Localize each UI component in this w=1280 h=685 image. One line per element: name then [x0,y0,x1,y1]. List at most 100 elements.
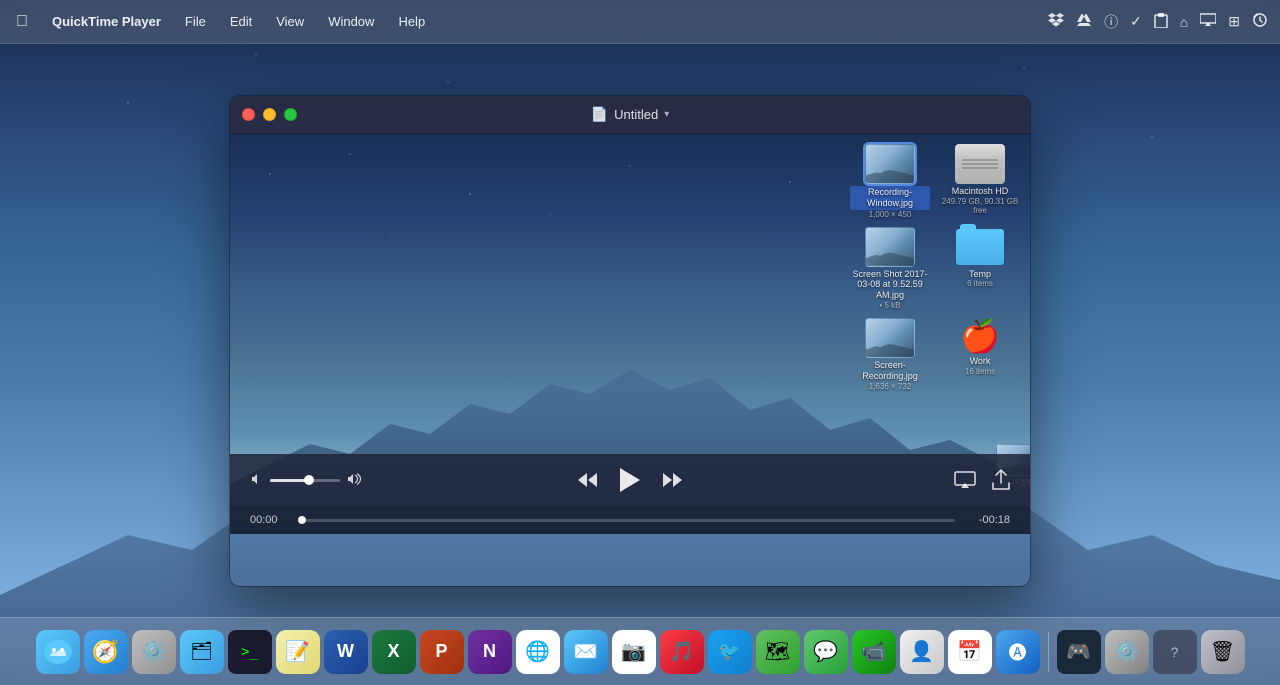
close-button[interactable] [242,108,255,121]
menu-file[interactable]: File [181,12,210,31]
airplay-menu-icon[interactable] [1200,13,1216,30]
desktop-icon-screen-recording[interactable]: Screen-Recording.jpg 1,636 × 732 [850,318,930,391]
dock-appstore[interactable]: 🅐 [996,630,1040,674]
icon-label-work: Work [940,356,1020,367]
icon-sublabel-hd: 249.79 GB, 90.31 GB free [940,197,1020,215]
dock-trash[interactable]: 🗑 [1201,630,1245,674]
desktop-icon-screenshot[interactable]: Screen Shot 2017-03-08 at 9.52.59 AM.jpg… [850,227,930,310]
dock-contacts[interactable]: 👤 [900,630,944,674]
dock-finder[interactable] [36,630,80,674]
dock-safari[interactable]: 🧭 [84,630,128,674]
icon-row-3: Screen-Recording.jpg 1,636 × 732 🍎 Work … [850,318,1020,391]
dock-terminal[interactable]: >_ [228,630,272,674]
dock-music[interactable]: 🎵 [660,630,704,674]
volume-slider[interactable] [270,479,340,482]
dock-mail[interactable]: ✉️ [564,630,608,674]
share-button[interactable] [992,469,1010,491]
checkmark-icon[interactable]: ✓ [1130,13,1142,30]
icon-label-screen-recording: Screen-Recording.jpg [850,360,930,382]
maximize-button[interactable] [284,108,297,121]
volume-high-icon [346,472,364,489]
app-name[interactable]: QuickTime Player [48,12,165,31]
dropbox-icon[interactable] [1048,12,1064,31]
dock-steam[interactable]: 🎮 [1057,630,1101,674]
menubar:  QuickTime Player File Edit View Window… [0,0,1280,44]
desktop-icon-temp[interactable]: Temp 6 items [940,227,1020,310]
apple-icon: 🍎 [956,318,1004,354]
fast-forward-button[interactable] [662,471,684,489]
icon-sublabel-screenshot: • 5 kB [850,301,930,310]
clipboard-icon[interactable] [1154,12,1168,31]
minimize-button[interactable] [263,108,276,121]
play-button[interactable] [618,466,642,494]
progress-thumb [298,516,306,524]
icon-row-2: Screen Shot 2017-03-08 at 9.52.59 AM.jpg… [850,227,1020,310]
dock-calendar[interactable]: 📅 [948,630,992,674]
dock-excel[interactable]: X [372,630,416,674]
dock-chrome[interactable]: 🌐 [516,630,560,674]
hd-icon [955,144,1005,184]
folder-img [956,229,1004,265]
dock-photos[interactable]: 📷 [612,630,656,674]
apple-menu[interactable]:  [12,11,32,33]
desktop-icon-recording-window[interactable]: Recording-Window.jpg 1,000 × 450 [850,144,930,219]
volume-section [250,472,370,489]
desktop-icon-work[interactable]: 🍎 Work 16 items [940,318,1020,391]
menubar-left:  QuickTime Player File Edit View Window… [12,11,429,33]
rewind-button[interactable] [576,471,598,489]
icon-row-1: Recording-Window.jpg 1,000 × 450 Macinto… [850,144,1020,219]
home-icon[interactable]: ⌂ [1180,14,1188,30]
time-machine-icon[interactable] [1252,12,1268,31]
screenshot-thumb-1 [865,144,915,184]
folder-icon [955,227,1005,267]
menu-view[interactable]: View [272,12,308,31]
dock-system-prefs[interactable]: ⚙️ [132,630,176,674]
airplay-button[interactable] [954,471,976,489]
icon-label-temp: Temp [940,269,1020,280]
menu-edit[interactable]: Edit [226,12,256,31]
volume-thumb [304,475,314,485]
dock-finder2[interactable]: 🗂 [180,630,224,674]
video-area[interactable]: Recording-Window.jpg 1,000 × 450 Macinto… [230,134,1030,534]
info-icon[interactable]: ⓘ [1104,12,1118,32]
titlebar: 📄 Untitled ▾ [230,96,1030,134]
icon-sublabel-1: 1,000 × 450 [850,210,930,219]
current-time: 00:00 [250,514,288,526]
transport-controls [576,466,684,494]
icon-label-hd: Macintosh HD [940,186,1020,197]
icon-label-screenshot: Screen Shot 2017-03-08 at 9.52.59 AM.jpg [850,269,930,301]
title-dropdown-arrow[interactable]: ▾ [664,109,669,120]
dock-notes[interactable]: 📝 [276,630,320,674]
window-title-group: 📄 Untitled ▾ [591,106,670,123]
progress-track[interactable] [298,519,955,522]
screenshot-thumb-3 [865,318,915,358]
dock-word[interactable]: W [324,630,368,674]
progress-row: 00:00 -00:18 [230,506,1030,534]
desktop-icon-macintosh-hd[interactable]: Macintosh HD 249.79 GB, 90.31 GB free [940,144,1020,219]
desktop-icons-group: Recording-Window.jpg 1,000 × 450 Macinto… [850,144,1020,391]
dock-powerpoint[interactable]: P [420,630,464,674]
dock-maps[interactable]: 🗺 [756,630,800,674]
dock-facetime[interactable]: 📹 [852,630,896,674]
dock: 🧭 ⚙️ 🗂 >_ 📝 W X P N 🌐 ✉️ 📷 🎵 🐦 🗺 💬 [0,617,1280,685]
icon-sublabel-work: 16 items [940,367,1020,376]
dock-onenote[interactable]: N [468,630,512,674]
grid-icon[interactable]: ⊞ [1228,13,1240,30]
dock-settings2[interactable]: ⚙️ [1105,630,1149,674]
dock-messages[interactable]: 💬 [804,630,848,674]
document-icon: 📄 [591,106,608,123]
menu-window[interactable]: Window [324,12,378,31]
volume-low-icon[interactable] [250,472,264,489]
icon-sublabel-temp: 6 items [940,279,1020,288]
dock-twitter[interactable]: 🐦 [708,630,752,674]
screenshot-thumb-2 [865,227,915,267]
icon-label-1: Recording-Window.jpg [850,186,930,210]
right-controls [954,469,1010,491]
menu-help[interactable]: Help [394,12,429,31]
dock-separator [1048,632,1049,672]
dock-unknown[interactable]: ? [1153,630,1197,674]
google-drive-icon[interactable] [1076,12,1092,31]
window-title: Untitled [614,107,658,122]
quicktime-window: 📄 Untitled ▾ Recording-Window.jpg 1,000 … [230,96,1030,586]
controls-bar [230,454,1030,506]
